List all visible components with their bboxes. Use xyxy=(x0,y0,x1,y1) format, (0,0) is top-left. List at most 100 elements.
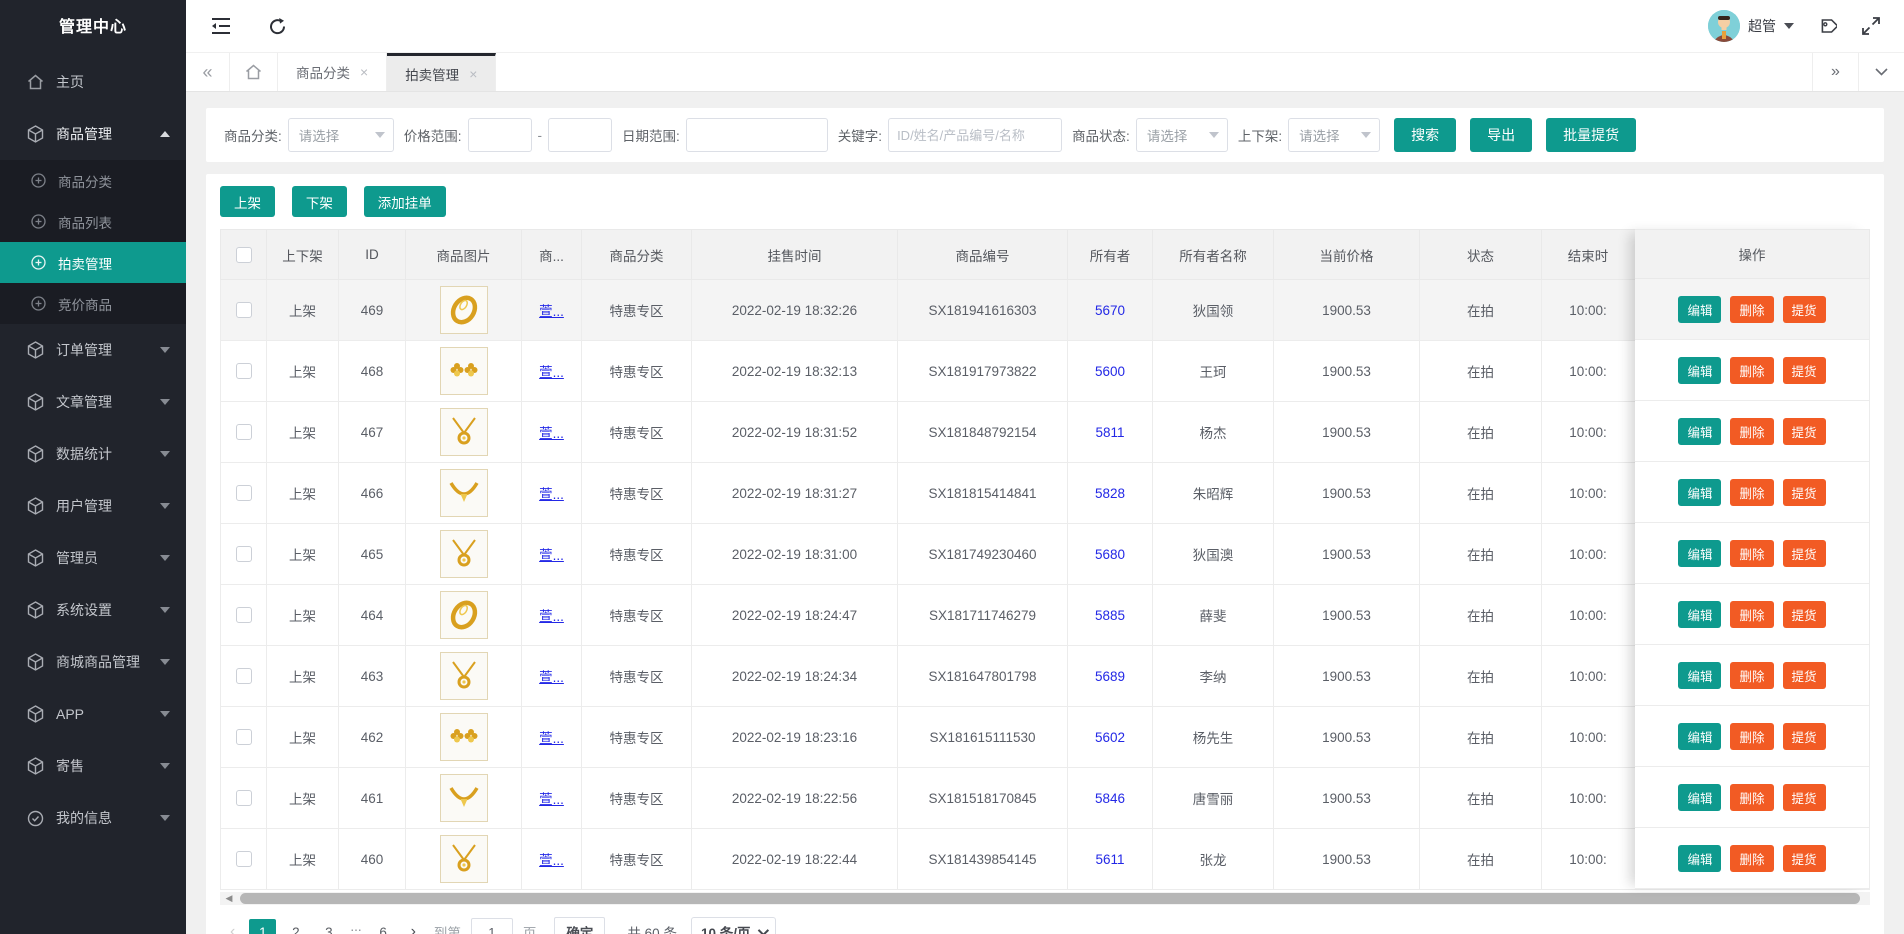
delete-button[interactable]: 删除 xyxy=(1730,601,1773,628)
pickup-button[interactable]: 提货 xyxy=(1783,601,1826,628)
delete-button[interactable]: 删除 xyxy=(1730,418,1773,445)
user-menu[interactable]: 超管 xyxy=(1708,10,1794,42)
pickup-button[interactable]: 提货 xyxy=(1783,845,1826,872)
row-checkbox[interactable] xyxy=(236,668,252,684)
row-checkbox[interactable] xyxy=(236,790,252,806)
on-shelf-button[interactable]: 上架 xyxy=(220,186,275,217)
owner-id-link[interactable]: 5602 xyxy=(1095,730,1125,745)
product-name-link[interactable]: 萱... xyxy=(539,426,564,441)
off-shelf-button[interactable]: 下架 xyxy=(292,186,347,217)
fullscreen-icon[interactable] xyxy=(1860,15,1882,37)
owner-id-link[interactable]: 5600 xyxy=(1095,364,1125,379)
delete-button[interactable]: 删除 xyxy=(1730,784,1773,811)
sidebar-item[interactable]: 订单管理 xyxy=(0,324,186,376)
sidebar-item[interactable]: 寄售 xyxy=(0,740,186,792)
sidebar-item[interactable]: 数据统计 xyxy=(0,428,186,480)
tabs-menu-icon[interactable] xyxy=(1858,53,1904,91)
tabs-scroll-right-icon[interactable]: » xyxy=(1812,53,1858,91)
search-button[interactable]: 搜索 xyxy=(1394,118,1456,152)
page-size-select[interactable]: 10 条/页 xyxy=(691,917,777,934)
sidebar-subitem[interactable]: 竞价商品 xyxy=(0,283,186,324)
close-icon[interactable]: × xyxy=(469,66,477,82)
export-button[interactable]: 导出 xyxy=(1470,118,1532,152)
next-page-icon[interactable]: › xyxy=(403,923,424,934)
product-image[interactable] xyxy=(440,286,488,334)
date-range-input[interactable] xyxy=(686,118,828,152)
product-image[interactable] xyxy=(440,530,488,578)
sidebar-item[interactable]: 文章管理 xyxy=(0,376,186,428)
horizontal-scrollbar[interactable]: ◀ xyxy=(220,892,1870,905)
sidebar-item[interactable]: 我的信息 xyxy=(0,792,186,844)
product-name-link[interactable]: 萱... xyxy=(539,731,564,746)
pickup-button[interactable]: 提货 xyxy=(1783,540,1826,567)
product-name-link[interactable]: 萱... xyxy=(539,853,564,868)
shelf-select[interactable]: 请选择 xyxy=(1288,118,1380,152)
delete-button[interactable]: 删除 xyxy=(1730,296,1773,323)
pickup-button[interactable]: 提货 xyxy=(1783,357,1826,384)
owner-id-link[interactable]: 5670 xyxy=(1095,303,1125,318)
product-image[interactable] xyxy=(440,591,488,639)
sidebar-subitem[interactable]: 商品分类 xyxy=(0,160,186,201)
row-checkbox[interactable] xyxy=(236,485,252,501)
row-checkbox[interactable] xyxy=(236,424,252,440)
page-button[interactable]: 2 xyxy=(282,919,309,934)
edit-button[interactable]: 编辑 xyxy=(1678,418,1721,445)
home-tab[interactable] xyxy=(230,53,278,91)
delete-button[interactable]: 删除 xyxy=(1730,479,1773,506)
sidebar-item[interactable]: APP xyxy=(0,688,186,740)
sidebar-item[interactable]: 主页 xyxy=(0,56,186,108)
product-image[interactable] xyxy=(440,347,488,395)
pickup-button[interactable]: 提货 xyxy=(1783,784,1826,811)
owner-id-link[interactable]: 5611 xyxy=(1095,852,1124,867)
edit-button[interactable]: 编辑 xyxy=(1678,723,1721,750)
owner-id-link[interactable]: 5885 xyxy=(1095,608,1125,623)
goto-confirm-button[interactable]: 确定 xyxy=(554,917,605,934)
tab[interactable]: 商品分类× xyxy=(278,53,387,91)
edit-button[interactable]: 编辑 xyxy=(1678,357,1721,384)
product-name-link[interactable]: 萱... xyxy=(539,487,564,502)
row-checkbox[interactable] xyxy=(236,729,252,745)
keyword-input[interactable] xyxy=(888,118,1062,152)
product-name-link[interactable]: 萱... xyxy=(539,609,564,624)
row-checkbox[interactable] xyxy=(236,363,252,379)
edit-button[interactable]: 编辑 xyxy=(1678,479,1721,506)
sidebar-item[interactable]: 系统设置 xyxy=(0,584,186,636)
product-name-link[interactable]: 萱... xyxy=(539,365,564,380)
sidebar-subitem[interactable]: 拍卖管理 xyxy=(0,242,186,283)
product-image[interactable] xyxy=(440,835,488,883)
row-checkbox[interactable] xyxy=(236,851,252,867)
scrollbar-left-arrow-icon[interactable]: ◀ xyxy=(222,892,236,905)
edit-button[interactable]: 编辑 xyxy=(1678,845,1721,872)
add-listing-button[interactable]: 添加挂单 xyxy=(364,186,446,217)
product-image[interactable] xyxy=(440,774,488,822)
edit-button[interactable]: 编辑 xyxy=(1678,296,1721,323)
prev-page-icon[interactable]: ‹ xyxy=(222,923,243,934)
owner-id-link[interactable]: 5811 xyxy=(1095,425,1124,440)
owner-id-link[interactable]: 5689 xyxy=(1095,669,1125,684)
delete-button[interactable]: 删除 xyxy=(1730,357,1773,384)
category-select[interactable]: 请选择 xyxy=(288,118,394,152)
sidebar-item[interactable]: 商城商品管理 xyxy=(0,636,186,688)
select-all-checkbox[interactable] xyxy=(236,247,252,263)
product-image[interactable] xyxy=(440,713,488,761)
page-button[interactable]: 6 xyxy=(370,919,397,934)
owner-id-link[interactable]: 5828 xyxy=(1095,486,1125,501)
product-name-link[interactable]: 萱... xyxy=(539,304,564,319)
close-icon[interactable]: × xyxy=(360,64,368,80)
product-name-link[interactable]: 萱... xyxy=(539,792,564,807)
delete-button[interactable]: 删除 xyxy=(1730,723,1773,750)
batch-pickup-button[interactable]: 批量提货 xyxy=(1546,118,1636,152)
delete-button[interactable]: 删除 xyxy=(1730,662,1773,689)
pickup-button[interactable]: 提货 xyxy=(1783,296,1826,323)
tag-icon[interactable] xyxy=(1816,15,1838,37)
sidebar-item[interactable]: 管理员 xyxy=(0,532,186,584)
tab[interactable]: 拍卖管理× xyxy=(387,53,496,91)
edit-button[interactable]: 编辑 xyxy=(1678,601,1721,628)
delete-button[interactable]: 删除 xyxy=(1730,845,1773,872)
status-select[interactable]: 请选择 xyxy=(1136,118,1228,152)
edit-button[interactable]: 编辑 xyxy=(1678,662,1721,689)
edit-button[interactable]: 编辑 xyxy=(1678,540,1721,567)
product-name-link[interactable]: 萱... xyxy=(539,670,564,685)
tabs-scroll-left-icon[interactable]: « xyxy=(186,53,230,91)
owner-id-link[interactable]: 5680 xyxy=(1095,547,1125,562)
